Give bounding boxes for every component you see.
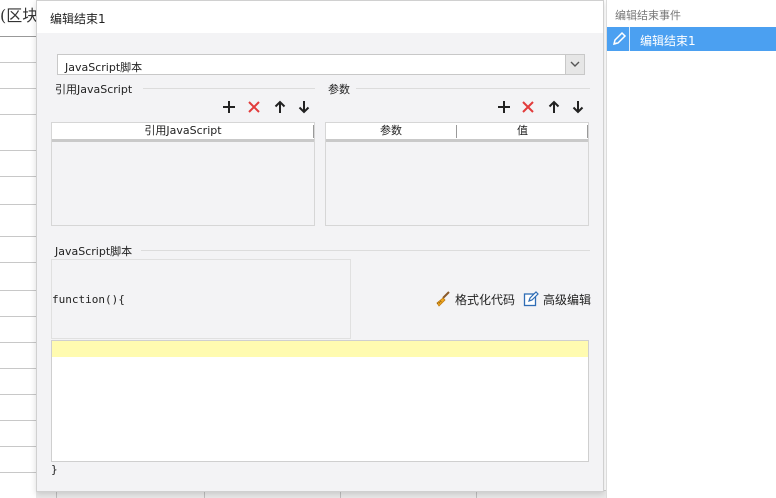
grid-line	[0, 394, 36, 395]
pencil-icon	[612, 31, 627, 46]
chevron-down-icon	[570, 61, 580, 67]
advanced-edit-label: 高级编辑	[543, 292, 592, 307]
referenced-js-section-label: 引用JavaScript	[55, 83, 133, 96]
column-header-value[interactable]: 值	[457, 123, 588, 139]
advanced-edit-button[interactable]: 高级编辑	[523, 291, 591, 307]
sidebar-item-label: 编辑结束1	[640, 34, 696, 48]
grid-line	[0, 176, 36, 177]
grid-line	[0, 36, 36, 37]
column-header-param[interactable]: 参数	[326, 123, 456, 139]
event-sidebar: 编辑结束事件 编辑结束1	[606, 0, 776, 498]
move-up-param-button[interactable]	[547, 100, 561, 114]
sidebar-title: 编辑结束事件	[615, 9, 681, 22]
grid-line	[0, 204, 36, 205]
grid-line	[0, 262, 36, 263]
background-cell-text: (区块	[0, 6, 39, 25]
grid-line	[0, 446, 36, 447]
table-header: 引用JavaScript	[52, 123, 314, 142]
broom-icon	[436, 291, 450, 307]
function-close-brace: }	[51, 463, 58, 476]
script-editor[interactable]	[51, 340, 589, 462]
arrow-up-icon	[274, 100, 286, 113]
section-divider	[143, 88, 315, 89]
section-divider	[356, 88, 590, 89]
column-separator	[587, 125, 588, 138]
grid-line	[0, 114, 36, 115]
close-icon	[522, 101, 534, 113]
grid-line	[0, 368, 36, 369]
script-type-value: JavaScript脚本	[65, 61, 143, 74]
grid-line	[0, 150, 36, 151]
plus-icon	[223, 101, 235, 113]
move-down-param-button[interactable]	[571, 100, 585, 114]
table-header: 参数 值	[326, 123, 588, 142]
sidebar-item-edit-end-1[interactable]: 编辑结束1	[607, 27, 776, 51]
function-header-text: function(){	[52, 293, 125, 306]
section-divider	[141, 250, 590, 251]
format-code-label: 格式化代码	[455, 292, 516, 307]
delete-reference-button[interactable]	[247, 100, 261, 114]
dialog-title: 编辑结束1	[37, 1, 603, 33]
edit-document-icon	[523, 291, 539, 307]
params-table: 参数 值	[325, 122, 589, 226]
params-section-label: 参数	[328, 83, 350, 96]
column-separator	[313, 125, 314, 138]
edit-end-dialog: 编辑结束1 JavaScript脚本 引用JavaScript 引用JavaSc…	[36, 0, 604, 492]
grid-line	[0, 316, 36, 317]
arrow-up-icon	[548, 100, 560, 113]
row-header-column	[0, 0, 36, 498]
current-line-highlight	[52, 341, 588, 357]
move-up-reference-button[interactable]	[273, 100, 287, 114]
script-section-label: JavaScript脚本	[55, 245, 133, 258]
grid-line	[0, 62, 36, 63]
arrow-down-icon	[298, 101, 310, 114]
close-icon	[248, 101, 260, 113]
plus-icon	[498, 101, 510, 113]
add-reference-button[interactable]	[222, 100, 236, 114]
arrow-down-icon	[572, 101, 584, 114]
select-dropdown-button[interactable]	[565, 55, 584, 74]
grid-line	[0, 420, 36, 421]
move-down-reference-button[interactable]	[297, 100, 311, 114]
delete-param-button[interactable]	[521, 100, 535, 114]
grid-line	[0, 88, 36, 89]
grid-line	[0, 472, 36, 473]
referenced-js-table: 引用JavaScript	[51, 122, 315, 226]
script-type-select[interactable]: JavaScript脚本	[57, 54, 585, 75]
add-param-button[interactable]	[497, 100, 511, 114]
item-divider	[629, 27, 630, 51]
column-header-referenced-js[interactable]: 引用JavaScript	[52, 123, 314, 139]
grid-line	[0, 342, 36, 343]
format-code-button[interactable]: 格式化代码	[435, 291, 515, 307]
grid-line	[0, 236, 36, 237]
grid-line	[0, 290, 36, 291]
